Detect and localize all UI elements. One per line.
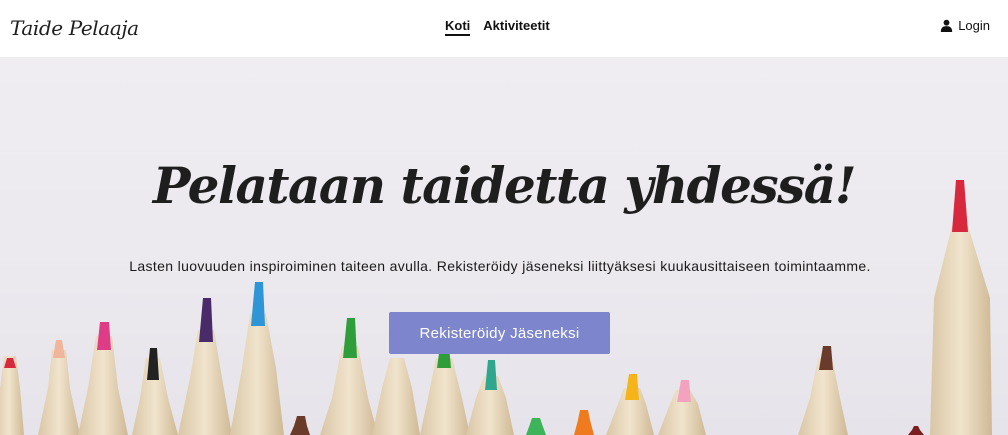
- brand-logo[interactable]: Taide Pelaaja: [10, 16, 139, 40]
- login-link[interactable]: Login: [940, 18, 990, 33]
- pencil-brown: [798, 346, 848, 435]
- pencil-darkbrown-small: [290, 416, 310, 435]
- user-icon: [941, 19, 953, 32]
- pencil-red-left: [0, 356, 24, 435]
- hero-section: Pelataan taidetta yhdessä! Lasten luovuu…: [0, 58, 1008, 435]
- hero-subtitle: Lasten luovuuden inspiroiminen taiteen a…: [129, 258, 871, 274]
- pencil-purple: [178, 298, 232, 435]
- pencil-orange-small: [574, 410, 594, 435]
- register-member-button[interactable]: Rekisteröidy Jäseneksi: [389, 312, 610, 354]
- pencil-peach: [38, 340, 80, 435]
- nav-link-aktiviteetit[interactable]: Aktiviteetit: [483, 18, 549, 36]
- main-nav: Koti Aktiviteetit: [445, 18, 550, 36]
- pencil-yellow: [606, 374, 654, 435]
- pencil-darkred-small: [908, 426, 924, 435]
- pencil-green: [320, 318, 378, 435]
- hero-title: Pelataan taidetta yhdessä!: [152, 156, 857, 215]
- pencil-green-2: [372, 358, 420, 435]
- pencil-teal: [466, 360, 514, 435]
- pencil-blue: [230, 282, 284, 435]
- pencil-green-small: [526, 418, 546, 435]
- pencil-pink: [78, 322, 128, 435]
- pencil-black: [132, 348, 178, 435]
- pencil-red-right: [930, 180, 992, 435]
- pencil-green-3: [420, 346, 470, 435]
- navbar: Taide Pelaaja Koti Aktiviteetit Login: [0, 0, 1008, 58]
- login-label: Login: [958, 18, 990, 33]
- nav-link-koti[interactable]: Koti: [445, 18, 471, 36]
- pencil-lightpink: [658, 380, 706, 435]
- colored-pencils-background: [0, 180, 992, 435]
